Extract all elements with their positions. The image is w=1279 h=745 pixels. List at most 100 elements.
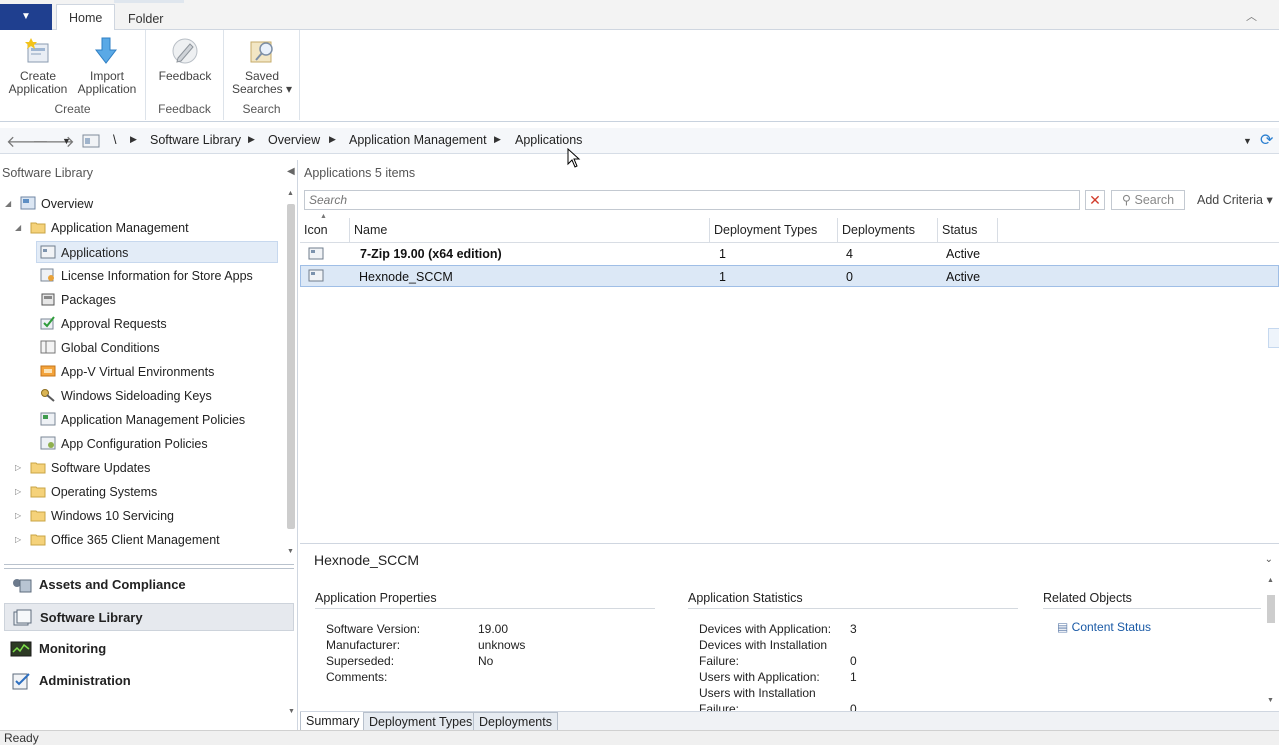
navigation-pane-title: Software Library [2, 166, 94, 180]
tree-item-appv-environments[interactable]: App-V Virtual Environments [40, 361, 214, 383]
column-header-status[interactable]: Status [938, 218, 998, 242]
tree-item-label: Windows 10 Servicing [51, 509, 174, 523]
search-button[interactable]: ⚲ Search [1111, 190, 1185, 210]
tree-item-app-configuration-policies[interactable]: App Configuration Policies [40, 433, 208, 455]
workspace-overflow-icon[interactable]: ▼ [288, 708, 295, 715]
collapse-ribbon-icon[interactable]: ︿ [1246, 8, 1257, 24]
tree-item-license-information[interactable]: License Information for Store Apps [40, 265, 253, 287]
breadcrumb-root[interactable]: \ [113, 133, 116, 147]
workspace-label: Monitoring [39, 641, 107, 656]
folder-icon [30, 510, 46, 522]
feedback-button[interactable]: Feedback [154, 36, 216, 83]
address-dropdown-icon[interactable]: ▼ [1243, 136, 1252, 146]
tree-expander-icon[interactable]: ▷ [15, 529, 21, 551]
column-header-icon[interactable]: Icon [300, 218, 350, 242]
row-name: 7-Zip 19.00 (x64 edition) [360, 247, 502, 261]
property-key: Software Version: [326, 622, 421, 636]
navigation-pane: Software Library ◀ ◢ Overview ◢ Applicat… [0, 160, 298, 730]
tree-item-approval-requests[interactable]: Approval Requests [40, 313, 167, 335]
workspace-assets-and-compliance[interactable]: Assets and Compliance [4, 571, 294, 599]
import-application-button[interactable]: Import Application [72, 36, 142, 96]
tree-item-label: Software Updates [51, 461, 151, 475]
create-application-button[interactable]: Create Application [4, 36, 72, 96]
workspace-administration[interactable]: Administration [4, 667, 294, 695]
workspace-monitoring[interactable]: Monitoring [4, 635, 294, 663]
app-menu-button[interactable]: ▼ [0, 4, 52, 30]
tree-item-global-conditions[interactable]: Global Conditions [40, 337, 160, 359]
content-status-link[interactable]: ▤ Content Status [1057, 619, 1151, 635]
search-icon: ⚲ [1121, 193, 1135, 207]
package-icon [41, 293, 55, 306]
tab-folder[interactable]: Folder [113, 0, 185, 33]
tab-deployment-types[interactable]: Deployment Types [363, 712, 479, 731]
tree-expander-icon[interactable]: ▷ [15, 457, 21, 479]
scroll-down-icon[interactable]: ▼ [287, 548, 294, 555]
tab-summary[interactable]: Summary [300, 712, 366, 731]
tree-item-application-management[interactable]: Application Management [30, 217, 189, 239]
add-criteria-button[interactable]: Add Criteria ▾ [1197, 192, 1273, 207]
property-value: unknows [478, 638, 526, 652]
tree-item-label: Windows Sideloading Keys [61, 389, 212, 403]
table-row[interactable]: Hexnode_SCCM 1 0 Active [300, 265, 1279, 287]
tree-item-app-management-policies[interactable]: Application Management Policies [40, 409, 245, 431]
tree-item-software-updates[interactable]: Software Updates [30, 457, 150, 479]
breadcrumb-software-library[interactable]: Software Library [150, 133, 241, 147]
table-row[interactable]: 7-Zip 19.00 (x64 edition) 1 4 Active [300, 243, 1279, 265]
approval-icon [40, 316, 55, 330]
details-tab-bar: Summary Deployment Types Deployments [300, 711, 1279, 731]
list-scroll-indicator[interactable] [1268, 328, 1279, 348]
column-header-deployment-types[interactable]: Deployment Types [710, 218, 838, 242]
statistic-key: Users with Application: [699, 670, 820, 684]
breadcrumb-overview[interactable]: Overview [268, 133, 320, 147]
column-header-deployments[interactable]: Deployments [838, 218, 938, 242]
tab-deployments[interactable]: Deployments [473, 712, 558, 731]
workspace-label: Administration [39, 673, 131, 688]
tree-expander-icon[interactable]: ◢ [5, 193, 11, 215]
scroll-down-icon[interactable]: ▼ [1267, 697, 1274, 704]
column-header-name[interactable]: Name [350, 218, 710, 242]
statistic-key: Devices with Installation [699, 638, 828, 652]
property-value: 19.00 [478, 622, 509, 636]
breadcrumb-applications[interactable]: Applications [515, 133, 582, 147]
tree-item-windows10-servicing[interactable]: Windows 10 Servicing [30, 505, 174, 527]
workspace-software-library[interactable]: Software Library [4, 603, 294, 631]
tree-item-overview[interactable]: Overview [20, 193, 93, 215]
tree-item-operating-systems[interactable]: Operating Systems [30, 481, 157, 503]
saved-searches-button[interactable]: Saved Searches ▾ [230, 36, 294, 96]
software-library-icon [13, 609, 32, 626]
pane-splitter[interactable] [4, 564, 294, 569]
tree-item-applications[interactable]: Applications [36, 241, 278, 263]
tree-expander-icon[interactable]: ▷ [15, 481, 21, 503]
tree-item-packages[interactable]: Packages [40, 289, 116, 311]
search-input[interactable] [304, 190, 1080, 210]
tree-item-sideloading-keys[interactable]: Windows Sideloading Keys [40, 385, 212, 407]
scrollbar-thumb[interactable] [1267, 595, 1275, 623]
ribbon-group-search: Saved Searches ▾ Search [224, 30, 300, 120]
breadcrumb-application-management[interactable]: Application Management [349, 133, 487, 147]
tree-expander-icon[interactable]: ◢ [15, 217, 21, 239]
content-status-label: Content Status [1071, 620, 1152, 634]
tree-item-label: Application Management [51, 221, 189, 235]
scrollbar-thumb[interactable] [287, 204, 295, 529]
tree-item-office365-client[interactable]: Office 365 Client Management [30, 529, 220, 551]
tree-item-label: Packages [61, 293, 116, 307]
collapse-pane-icon[interactable]: ◀ [287, 166, 295, 177]
details-scrollbar[interactable]: ▲ ▼ [1265, 577, 1277, 707]
related-objects-title: Related Objects [1043, 591, 1261, 609]
assets-compliance-icon [13, 579, 32, 593]
tree-item-label: Operating Systems [51, 485, 158, 499]
clear-search-icon[interactable]: ✕ [1085, 190, 1105, 210]
refresh-icon[interactable]: ⟳ [1260, 130, 1273, 150]
tree-expander-icon[interactable]: ▷ [15, 505, 21, 527]
scroll-up-icon[interactable]: ▲ [1267, 577, 1274, 584]
collapse-details-icon[interactable]: ⌄ [1265, 554, 1273, 565]
tab-home[interactable]: Home [56, 4, 116, 31]
application-statistics-title: Application Statistics [688, 591, 1018, 609]
navigation-scrollbar[interactable]: ▲ ▼ [285, 190, 298, 560]
folder-icon [30, 222, 46, 234]
import-arrow-icon [94, 37, 118, 64]
tree-item-label: Global Conditions [61, 341, 160, 355]
scroll-up-icon[interactable]: ▲ [287, 190, 294, 197]
saved-searches-label-2: Searches ▾ [231, 82, 293, 96]
history-dropdown-icon[interactable]: ▼ [62, 136, 71, 146]
